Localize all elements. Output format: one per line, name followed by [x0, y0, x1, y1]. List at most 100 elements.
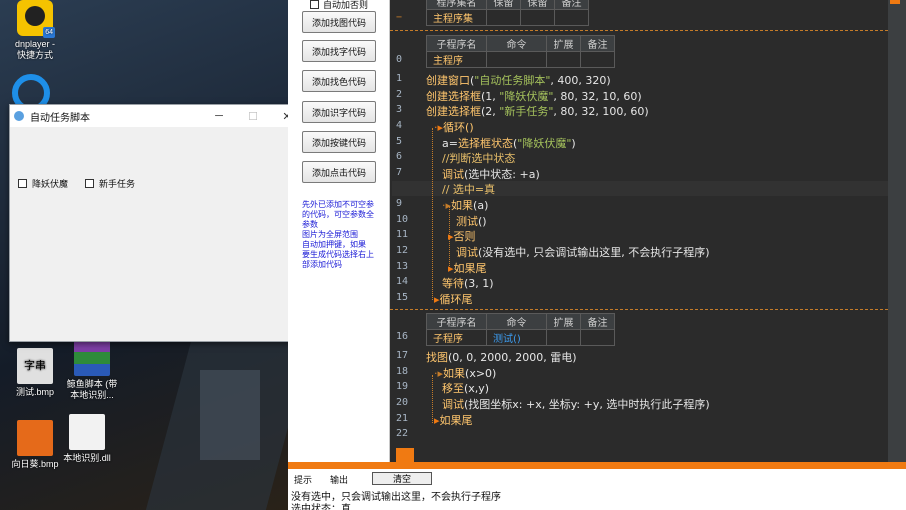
desktop-icon-whale-script[interactable]: 鲸鱼脚本 (带 本地识别...	[52, 340, 132, 401]
editor-corner-marker	[396, 448, 414, 462]
code-line-10[interactable]: 测试()	[456, 213, 487, 229]
col-header: 保留	[486, 0, 521, 10]
script-app-window: 自动任务脚本 ─ ☐ ✕ 降妖伏魔 新手任务	[9, 104, 305, 342]
line-number: 7	[396, 167, 403, 178]
col-header: 扩展	[546, 313, 581, 330]
add-click-button[interactable]: 添加点击代码	[302, 161, 376, 183]
desktop-icon-dnplayer[interactable]: 64 dnplayer - 快捷方式	[0, 0, 70, 61]
add-findcolor-button[interactable]: 添加找色代码	[302, 70, 376, 92]
code-line-6[interactable]: //判断选中状态	[442, 150, 515, 166]
auto-else-checkbox[interactable]: 自动加否则	[310, 0, 368, 11]
add-ocr-button[interactable]: 添加识字代码	[302, 101, 376, 123]
desktop-icon-label: 本地识别.dll	[63, 453, 111, 463]
subprogram-name[interactable]: 主程序	[426, 51, 487, 68]
code-line-9[interactable]: ·▸如果(a)	[442, 197, 488, 213]
col-header: 命令	[486, 313, 547, 330]
output-panel-bar	[288, 462, 906, 469]
loop-guide	[432, 128, 433, 300]
section-divider	[390, 309, 888, 310]
subprogram-table: 子程序名 命令 扩展 备注 主程序	[426, 35, 615, 68]
clear-button[interactable]: 清空	[372, 472, 432, 485]
code-line-21[interactable]: ▸如果尾	[434, 412, 473, 428]
if-guide	[432, 375, 433, 423]
line-number: 13	[396, 261, 409, 272]
code-line-2[interactable]: 创建选择框(1, "降妖伏魔", 80, 32, 10, 60)	[426, 88, 642, 104]
dnplayer-icon: 64	[17, 0, 55, 38]
line-number: 10	[396, 214, 409, 225]
col-header: 程序集名	[426, 0, 487, 10]
line-number: 15	[396, 292, 409, 303]
add-findtext-button[interactable]: 添加找字代码	[302, 40, 376, 62]
col-header: 子程序名	[426, 35, 487, 52]
code-line-20[interactable]: 调试(找图坐标x: +x, 坐标y: +y, 选中时执行此子程序)	[442, 396, 710, 412]
line-number: 19	[396, 381, 409, 392]
add-keypress-button[interactable]: 添加按键代码	[302, 131, 376, 153]
code-line-11[interactable]: ▸否则	[448, 228, 476, 244]
line-number: 3	[396, 104, 403, 115]
tab-output[interactable]: 输出	[330, 473, 348, 486]
code-line-7[interactable]: 调试(选中状态: +a)	[442, 166, 540, 182]
col-header: 子程序名	[426, 313, 487, 330]
line-number: 2	[396, 89, 403, 100]
editor-scroll-strip[interactable]	[888, 0, 906, 462]
desktop-icon-dll[interactable]: 本地识别.dll	[52, 414, 122, 464]
checkbox-label: 新手任务	[99, 179, 136, 189]
code-line-17[interactable]: 找图(0, 0, 2000, 2000, 雷电)	[426, 349, 577, 365]
program-set-table: 程序集名 保留 保留 备注 主程序集	[426, 0, 589, 26]
add-findimage-button[interactable]: 添加找图代码	[302, 11, 376, 33]
line-number: 14	[396, 276, 409, 287]
checkbox-label: 自动加否则	[323, 0, 369, 10]
col-header: 扩展	[546, 35, 581, 52]
output-line: 选中状态：真	[291, 504, 351, 510]
line-number: 5	[396, 136, 403, 147]
col-header: 备注	[554, 0, 589, 10]
app-icon	[14, 111, 24, 121]
code-line-4[interactable]: ·▸循环()	[434, 119, 474, 135]
checkbox-box[interactable]	[310, 0, 319, 9]
code-line-15[interactable]: ▸循环尾	[434, 291, 473, 307]
line-number: 11	[396, 229, 409, 240]
desktop-icon-label: dnplayer - 快捷方式	[14, 39, 56, 60]
minimize-button[interactable]: ─	[202, 105, 236, 127]
window-titlebar[interactable]: 自动任务脚本 ─ ☐ ✕	[10, 105, 304, 127]
checkbox-box[interactable]	[18, 179, 27, 188]
checkbox-label: 降妖伏魔	[32, 179, 69, 189]
line-number: 20	[396, 397, 409, 408]
program-set-name[interactable]: 主程序集	[426, 9, 487, 26]
subprogram-name[interactable]: 子程序	[426, 329, 487, 346]
code-line-14[interactable]: 等待(3, 1)	[442, 275, 494, 291]
window-title: 自动任务脚本	[30, 112, 90, 124]
line-number: 17	[396, 350, 409, 361]
checkbox-newbie[interactable]: 新手任务	[85, 177, 135, 190]
code-line-13[interactable]: ▸如果尾	[448, 260, 487, 276]
sunflower-icon	[17, 420, 53, 456]
subprogram-command[interactable]: 测试()	[486, 329, 547, 346]
line-number: 12	[396, 245, 409, 256]
badge-64: 64	[43, 27, 55, 38]
code-line-8[interactable]: // 选中=真	[442, 181, 495, 197]
code-line-12[interactable]: 调试(没有选中, 只会调试输出这里, 不会执行子程序)	[456, 244, 710, 260]
subprogram-table: 子程序名 命令 扩展 备注 子程序 测试()	[426, 313, 615, 346]
code-line-19[interactable]: 移至(x,y)	[442, 380, 489, 396]
scroll-marker	[890, 0, 900, 4]
checkbox-xiangyao[interactable]: 降妖伏魔	[18, 177, 68, 190]
code-line-3[interactable]: 创建选择框(2, "新手任务", 80, 32, 100, 60)	[426, 103, 649, 119]
checkbox-box[interactable]	[85, 179, 94, 188]
wallpaper-shape	[200, 370, 260, 460]
desktop-icon-label: 鲸鱼脚本 (带 本地识别...	[66, 379, 118, 400]
line-number: 16	[396, 331, 409, 342]
code-line-1[interactable]: 创建窗口("自动任务脚本", 400, 320)	[426, 72, 611, 88]
line-number: 21	[396, 413, 409, 424]
code-line-18[interactable]: ·▸如果(x>0)	[434, 365, 496, 381]
fold-marker[interactable]: −	[396, 12, 416, 23]
line-number: 22	[396, 428, 409, 439]
maximize-button[interactable]: ☐	[236, 105, 270, 127]
col-header: 备注	[580, 313, 615, 330]
section-divider	[390, 30, 888, 31]
line-number: 18	[396, 366, 409, 377]
dll-file-icon	[69, 414, 105, 450]
code-line-5[interactable]: a=选择框状态("降妖伏魔")	[442, 135, 576, 151]
col-header: 命令	[486, 35, 547, 52]
tab-hint[interactable]: 提示	[294, 473, 312, 486]
code-helper-panel: 自动加否则 添加找图代码 添加找字代码 添加找色代码 添加识字代码 添加按键代码…	[288, 0, 390, 462]
